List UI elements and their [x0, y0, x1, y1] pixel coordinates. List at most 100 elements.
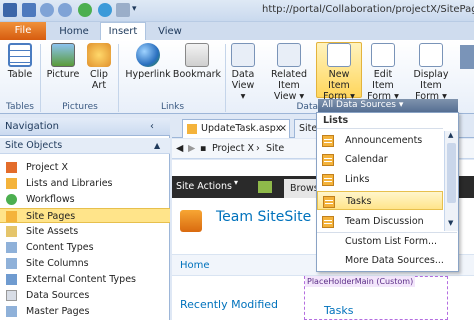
picture-button[interactable]: Picture: [44, 43, 82, 80]
site-objects-label: Site Objects: [5, 140, 63, 151]
site-logo: [180, 210, 202, 232]
bookmark-icon: [185, 43, 209, 67]
new-item-form-button[interactable]: New Item Form ▾: [316, 43, 362, 102]
list-icon: [322, 216, 334, 228]
content-types-icon: [6, 242, 17, 253]
related-item-view-button[interactable]: Related Item View ▾: [264, 43, 314, 102]
more-ribbon-icon[interactable]: [460, 45, 474, 69]
site-objects-header: Site Objects ▲: [0, 138, 170, 154]
menu-item-announcements[interactable]: Announcements: [317, 131, 443, 150]
bookmark-button[interactable]: Bookmark: [172, 43, 222, 80]
close-tab-icon[interactable]: ×: [279, 120, 287, 137]
edit-item-form-button[interactable]: Edit Item Form ▾: [362, 43, 404, 102]
breadcrumb-site[interactable]: Site: [266, 139, 284, 159]
pages-icon: [6, 211, 17, 222]
tasks-heading: Tasks: [324, 304, 354, 317]
globe-icon: [136, 43, 160, 67]
tab-site[interactable]: Site: [294, 119, 318, 138]
scroll-down-icon[interactable]: ▼: [448, 219, 453, 227]
table-button[interactable]: Table: [2, 43, 38, 80]
master-pages-icon: [6, 306, 17, 317]
tab-view[interactable]: View: [150, 24, 190, 40]
display-item-form-button[interactable]: Display Item Form ▾: [408, 43, 454, 102]
clip-art-button[interactable]: Clip Art: [84, 43, 114, 91]
breadcrumb-separator: ›: [256, 143, 260, 154]
external-content-icon: [6, 274, 17, 285]
data-view-label: Data View ▾: [231, 69, 255, 102]
nav-item-project-x[interactable]: Project X: [0, 160, 170, 175]
menu-item-links[interactable]: Links: [317, 170, 443, 189]
bookmark-label: Bookmark: [172, 69, 222, 80]
menu-item-team-discussion[interactable]: Team Discussion: [317, 212, 443, 231]
tab-insert[interactable]: Insert: [100, 22, 146, 41]
scroll-thumb[interactable]: [447, 143, 456, 203]
nav-item-site-columns[interactable]: Site Columns: [0, 256, 170, 271]
pin-icon[interactable]: ▲: [154, 138, 160, 154]
edit-item-form-icon: [371, 43, 395, 67]
refresh-icon[interactable]: [78, 3, 92, 17]
menu-item-calendar[interactable]: Calendar: [317, 150, 443, 169]
tab-updatetask[interactable]: UpdateTask.aspx ×: [182, 119, 290, 138]
list-icon: [322, 154, 334, 166]
lists-section-header: Lists: [323, 115, 349, 126]
browser-icon[interactable]: [116, 3, 130, 17]
undo-icon[interactable]: [40, 3, 54, 17]
custom-list-form-item[interactable]: Custom List Form...: [345, 236, 437, 247]
save-icon[interactable]: [22, 3, 36, 17]
all-data-sources-button[interactable]: All Data Sources ▾: [318, 99, 458, 112]
nav-item-workflows[interactable]: Workflows: [0, 192, 170, 207]
columns-icon: [6, 258, 17, 269]
clip-art-label: Clip Art: [90, 69, 108, 91]
related-item-view-icon: [277, 43, 301, 67]
scroll-up-icon[interactable]: ▲: [448, 131, 453, 139]
collapse-icon[interactable]: ‹: [150, 118, 154, 136]
new-item-form-label: New Item Form ▾: [323, 69, 355, 102]
redo-icon[interactable]: [58, 3, 72, 17]
nav-item-external-content-types[interactable]: External Content Types: [0, 272, 170, 287]
hyperlink-label: Hyperlink: [125, 69, 171, 80]
picture-icon: [51, 43, 75, 67]
display-item-form-label: Display Item Form ▾: [413, 69, 449, 102]
back-icon[interactable]: ◀: [176, 139, 183, 159]
nav-item-lists-and-libraries[interactable]: Lists and Libraries: [0, 176, 170, 191]
group-separator: [225, 44, 226, 112]
folder-icon[interactable]: [258, 181, 272, 193]
recently-modified-heading: Recently Modified: [180, 298, 279, 311]
breadcrumb-project-x[interactable]: Project X: [212, 139, 254, 159]
menu-item-tasks[interactable]: Tasks: [317, 191, 443, 210]
home-link[interactable]: Home: [180, 260, 210, 271]
group-separator: [118, 44, 119, 112]
nav-item-master-pages[interactable]: Master Pages: [0, 304, 170, 319]
workflow-icon: [6, 194, 17, 205]
group-label-pictures: Pictures: [62, 102, 98, 112]
table-label: Table: [7, 69, 33, 80]
quick-access-dropdown-icon[interactable]: ▾: [132, 4, 137, 14]
list-icon: [322, 135, 334, 147]
menu-scrollbar[interactable]: ▲ ▼: [444, 131, 458, 231]
site-icon: ▪: [200, 143, 207, 154]
more-data-sources-item[interactable]: More Data Sources...: [345, 255, 444, 266]
nav-item-site-assets[interactable]: Site Assets: [0, 224, 170, 239]
related-item-view-label: Related Item View ▾: [270, 69, 308, 102]
edit-item-form-label: Edit Item Form ▾: [367, 69, 399, 102]
new-item-form-icon: [327, 43, 351, 67]
assets-icon: [6, 226, 17, 237]
tab-file[interactable]: File: [0, 22, 46, 40]
picture-label: Picture: [46, 69, 80, 80]
nav-item-data-sources[interactable]: Data Sources: [0, 288, 170, 303]
list-icon: [323, 196, 335, 208]
data-view-button[interactable]: Data View ▾: [228, 43, 258, 102]
menu-divider: [317, 128, 443, 129]
hyperlink-button[interactable]: Hyperlink: [122, 43, 174, 80]
nav-item-content-types[interactable]: Content Types: [0, 240, 170, 255]
site-title: Team SiteSite P: [216, 209, 325, 225]
title-bar: ▾ http://portal/Collaboration/projectX/S…: [0, 0, 474, 22]
nav-item-site-pages[interactable]: Site Pages: [0, 208, 170, 223]
placeholder-label: PlaceHolderMain (Custom): [305, 276, 416, 287]
tab-home[interactable]: Home: [55, 24, 93, 40]
preview-icon[interactable]: [98, 3, 112, 17]
forward-icon[interactable]: ▶: [188, 139, 195, 159]
app-icon: [3, 3, 17, 17]
site-actions-menu[interactable]: Site Actions: [176, 181, 232, 192]
table-icon: [8, 43, 32, 67]
